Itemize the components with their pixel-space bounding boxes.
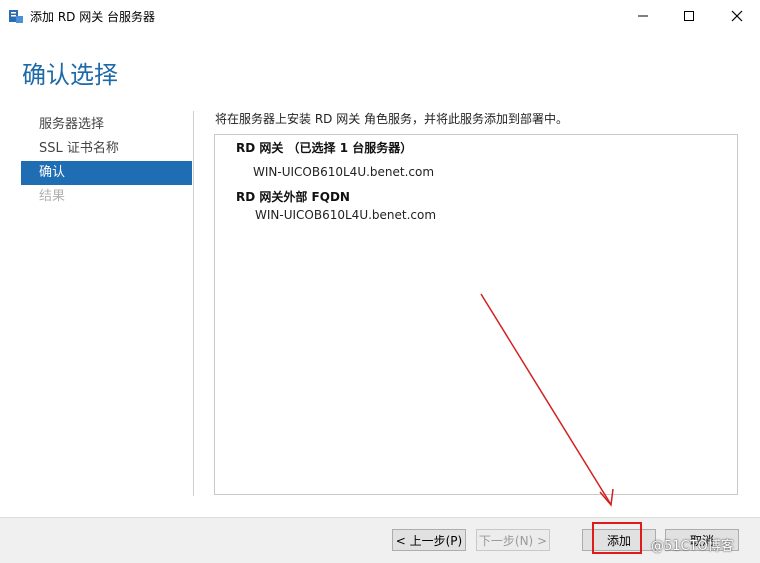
- fqdn-value: WIN-UICOB610L4U.benet.com: [255, 208, 437, 222]
- previous-button[interactable]: < 上一步(P): [392, 529, 466, 551]
- watermark: @51CTO博客: [651, 539, 734, 554]
- page-description: 将在服务器上安装 RD 网关 角色服务，并将此服务添加到部署中。: [215, 112, 569, 126]
- annotation-highlight-box: [592, 522, 642, 554]
- nav-item-ssl-cert-name[interactable]: SSL 证书名称: [21, 137, 192, 161]
- fqdn-heading: RD 网关外部 FQDN: [236, 190, 350, 204]
- window-title: 添加 RD 网关 台服务器: [30, 10, 156, 24]
- divider: [193, 111, 194, 496]
- wizard-nav: 服务器选择 SSL 证书名称 确认 结果: [21, 113, 192, 209]
- server-manager-icon: [9, 10, 23, 23]
- next-button[interactable]: 下一步(N) >: [476, 529, 550, 551]
- nav-item-server-selection[interactable]: 服务器选择: [21, 113, 192, 137]
- page-title: 确认选择: [22, 61, 118, 89]
- maximize-icon: [684, 11, 694, 21]
- gateway-heading: RD 网关 （已选择 1 台服务器）: [236, 141, 413, 155]
- maximize-button[interactable]: [666, 0, 712, 32]
- minimize-button[interactable]: [620, 0, 666, 32]
- confirmation-summary: RD 网关 （已选择 1 台服务器） WIN-UICOB610L4U.benet…: [214, 134, 738, 495]
- nav-item-results: 结果: [39, 189, 66, 204]
- nav-item-confirm[interactable]: 确认: [21, 161, 192, 185]
- minimize-icon: [638, 15, 648, 17]
- wizard-footer: < 上一步(P) 下一步(N) > 添加 取消: [0, 517, 760, 563]
- gateway-server: WIN-UICOB610L4U.benet.com: [253, 165, 435, 179]
- title-bar: 添加 RD 网关 台服务器: [0, 0, 760, 32]
- close-icon: [731, 10, 743, 22]
- close-button[interactable]: [714, 0, 760, 32]
